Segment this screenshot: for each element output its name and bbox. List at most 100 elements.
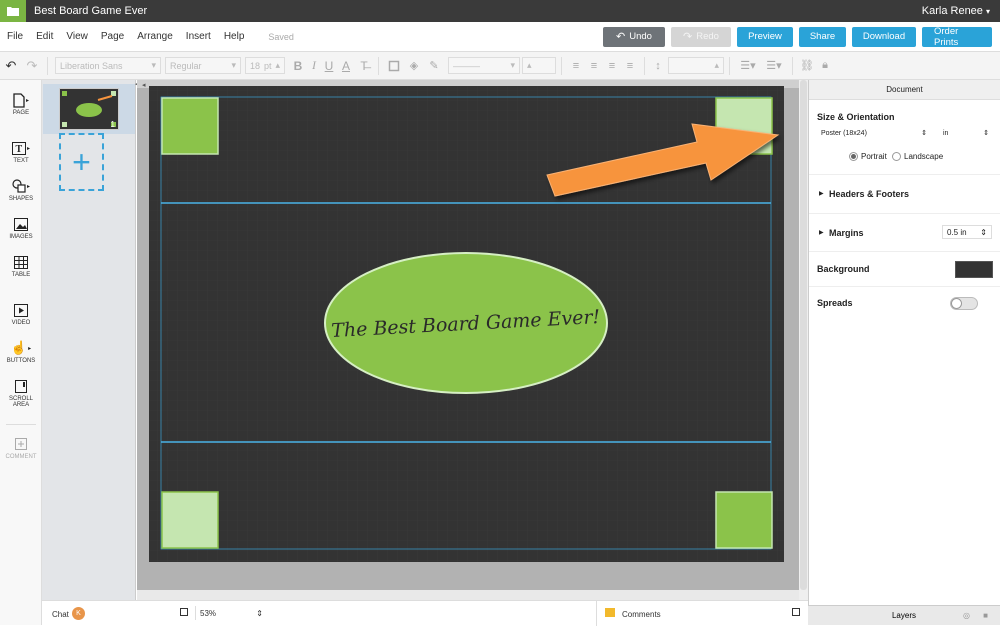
toggle-knob	[951, 298, 962, 309]
horizontal-scrollbar[interactable]	[137, 590, 799, 600]
user-menu[interactable]: Karla Renee ▾	[922, 5, 990, 17]
line-color-icon[interactable]: ✎	[424, 57, 444, 75]
visibility-icon[interactable]: ◎	[963, 611, 970, 620]
tool-table[interactable]: TABLE	[0, 254, 42, 278]
menu-edit[interactable]: Edit	[36, 31, 53, 42]
line-spacing-select[interactable]: ▴	[668, 57, 724, 74]
underline-icon[interactable]: U	[321, 57, 337, 75]
margins-section: ▶ Margins 0.5 in ⇕	[809, 214, 1000, 252]
tool-scroll-area[interactable]: SCROLL AREA	[0, 378, 42, 408]
format-toolbar: ↶ ↷ Liberation Sans ▾ Regular ▾ 18 pt ▴ B I …	[0, 52, 1000, 80]
divider	[6, 424, 36, 425]
add-page-button[interactable]: +	[59, 133, 104, 191]
menu-help[interactable]: Help	[224, 31, 245, 42]
numbered-list-icon[interactable]: ☰▾	[761, 57, 787, 75]
saved-status: Saved	[268, 31, 294, 42]
redo-label: Redo	[696, 31, 719, 42]
chevron-down-icon: ▾	[510, 60, 515, 70]
text-color-icon[interactable]: A	[337, 57, 355, 75]
tool-video[interactable]: VIDEO	[0, 302, 42, 326]
align-right-icon[interactable]: ≡	[603, 57, 621, 75]
unit-value: in	[943, 129, 949, 137]
landscape-option[interactable]: Landscape	[892, 152, 943, 161]
document-title[interactable]: Best Board Game Ever	[34, 5, 147, 17]
chevron-down-icon: ▾	[985, 7, 990, 16]
text-effects-icon[interactable]: T̶	[355, 57, 373, 75]
tool-table-label: TABLE	[11, 272, 31, 278]
folder-icon[interactable]	[0, 0, 26, 22]
spreads-toggle[interactable]	[950, 297, 978, 310]
zoom-select[interactable]: 53% ⇕	[195, 606, 267, 620]
share-button[interactable]: Share	[799, 26, 846, 47]
tool-video-label: VIDEO	[11, 320, 31, 326]
font-style-select[interactable]: Regular ▾	[165, 57, 241, 74]
scroll-thumb[interactable]	[800, 80, 807, 590]
landscape-label: Landscape	[904, 152, 944, 161]
page-thumbnail[interactable]: 1	[59, 88, 119, 130]
background-color-swatch[interactable]	[955, 261, 993, 278]
lock-icon[interactable]: 🔒︎	[816, 57, 834, 75]
font-unit: pt	[263, 60, 272, 71]
expand-icon[interactable]: ▶	[819, 229, 824, 236]
line-style-select[interactable]: ——— ▾	[448, 57, 520, 74]
font-size-input[interactable]: 18 pt ▴	[245, 57, 285, 74]
bullet-list-icon[interactable]: ☰▾	[735, 57, 761, 75]
order-prints-button[interactable]: Order Prints	[922, 26, 992, 48]
fill-bucket-icon[interactable]: ◈	[404, 57, 424, 75]
bold-icon[interactable]: B	[289, 57, 307, 75]
divider	[47, 56, 48, 75]
margins-label[interactable]: Margins	[829, 228, 864, 238]
font-style-value: Regular	[170, 60, 202, 71]
menu-file[interactable]: File	[7, 31, 23, 42]
hand-icon: ☝ ▸	[10, 340, 32, 355]
lock-icon[interactable]: ■	[983, 611, 988, 620]
vertical-scrollbar[interactable]	[799, 80, 808, 600]
redo-arrow-icon[interactable]: ↷	[22, 57, 42, 75]
tool-buttons[interactable]: ☝ ▸ BUTTONS	[0, 340, 42, 364]
border-icon[interactable]	[384, 57, 404, 75]
headers-footers-section[interactable]: ▶ Headers & Footers	[809, 175, 1000, 214]
chat-label[interactable]: Chat	[52, 610, 69, 619]
margins-input[interactable]: 0.5 in ⇕	[942, 225, 992, 239]
undo-arrow-icon[interactable]: ↶	[0, 57, 22, 75]
tool-comment-label: COMMENT	[5, 454, 37, 460]
undo-button[interactable]: ↶ Undo	[603, 26, 665, 47]
tool-images[interactable]: IMAGES	[0, 216, 42, 240]
italic-icon[interactable]: I	[307, 57, 321, 75]
comments-label[interactable]: Comments	[622, 610, 661, 619]
background-label: Background	[817, 264, 870, 274]
line-spacing-icon[interactable]: ↕	[650, 57, 666, 75]
tool-comment[interactable]: COMMENT	[0, 436, 42, 460]
menu-view[interactable]: View	[66, 31, 88, 42]
preview-button[interactable]: Preview	[737, 26, 793, 47]
bottom-bar: Chat K 53% ⇕ Comments	[42, 600, 808, 626]
panel-header: Document	[809, 80, 1000, 100]
menu-page[interactable]: Page	[101, 31, 124, 42]
line-width-select[interactable]: ▴	[522, 57, 556, 74]
expand-icon: ▶	[819, 191, 824, 197]
align-left-icon[interactable]: ≡	[567, 57, 585, 75]
link-icon[interactable]: ⛓	[798, 57, 816, 75]
tool-text[interactable]: T ▸ TEXT	[0, 140, 42, 164]
chat-expand-icon[interactable]	[180, 608, 188, 616]
unit-select[interactable]: in ⇕	[939, 126, 993, 140]
tool-shapes[interactable]: ▸ SHAPES	[0, 178, 42, 202]
portrait-option[interactable]: Portrait	[849, 152, 887, 161]
size-select[interactable]: Poster (18x24) ⇕	[817, 126, 931, 140]
menu-insert[interactable]: Insert	[186, 31, 211, 42]
spreads-section: Spreads	[809, 287, 1000, 321]
tool-page[interactable]: ▸ PAGE	[0, 92, 42, 116]
align-center-icon[interactable]: ≡	[585, 57, 603, 75]
title-bar: Best Board Game Ever Karla Renee ▾	[0, 0, 1000, 22]
font-family-select[interactable]: Liberation Sans ▾	[55, 57, 161, 74]
tool-scroll-label-2: AREA	[12, 402, 30, 408]
menu-arrange[interactable]: Arrange	[137, 31, 173, 42]
comments-expand-icon[interactable]	[792, 608, 800, 616]
align-justify-icon[interactable]: ≡	[621, 57, 639, 75]
scroll-area-icon	[0, 378, 42, 394]
margins-value: 0.5 in	[947, 227, 967, 237]
avatar[interactable]: K	[72, 607, 85, 620]
download-button[interactable]: Download	[852, 26, 916, 47]
redo-button[interactable]: ↷ Redo	[671, 26, 731, 47]
layers-bar[interactable]: Layers ◎ ■	[808, 605, 1000, 625]
